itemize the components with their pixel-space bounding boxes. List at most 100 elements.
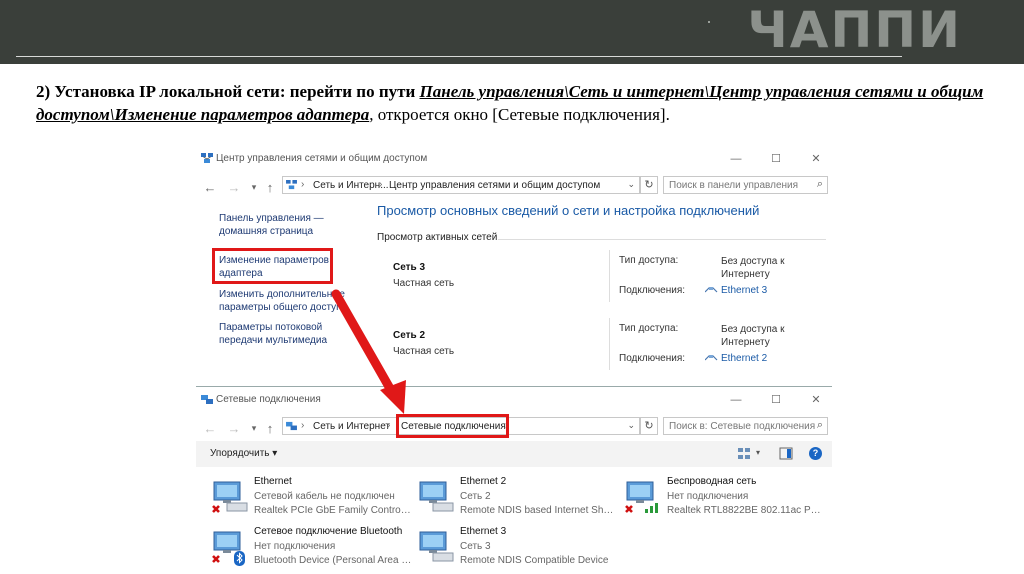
refresh-button[interactable]: ↻: [640, 176, 658, 194]
breadcrumb-item[interactable]: Сеть и Интерн...: [313, 180, 389, 191]
search-icon: ⌕: [816, 178, 823, 190]
highlight-box: [212, 248, 333, 284]
connection-link-ethernet-2[interactable]: Ethernet 2: [721, 353, 767, 364]
adapter-name: Сетевое подключение Bluetooth: [254, 526, 403, 537]
bluetooth-adapter-icon: [212, 531, 245, 566]
network-connections-window: Сетевые подключения — ☐ ✕ ← → ▾ ↑ › Сеть…: [196, 386, 832, 574]
close-button[interactable]: ✕: [808, 152, 824, 166]
view-options-icon[interactable]: [737, 447, 751, 460]
column-divider: [609, 250, 610, 302]
ethernet-cable-icon: [705, 287, 718, 293]
window1-titlebar[interactable]: Центр управления сетями и общим доступом…: [196, 146, 832, 172]
address-dropdown-icon[interactable]: ⌄: [627, 420, 635, 431]
up-arrow-icon[interactable]: ↑: [263, 180, 277, 195]
window1-title: Центр управления сетями и общим доступом: [216, 153, 428, 164]
adapter-item[interactable]: Сетевое подключение Bluetooth Нет подклю…: [210, 526, 415, 572]
instruction-prefix: 2) Установка IP локальной сети: перейти …: [36, 82, 420, 101]
adapter-status: Нет подключения: [667, 491, 749, 502]
connection-link-ethernet-3[interactable]: Ethernet 3: [721, 285, 767, 296]
network-adapter-icon: [419, 481, 454, 512]
access-label: Тип доступа:: [619, 255, 679, 266]
search-placeholder: Поиск в панели управления: [669, 180, 799, 191]
maximize-button[interactable]: ☐: [768, 152, 784, 166]
breadcrumb-separator: ›: [301, 420, 305, 431]
breadcrumb-separator: ›: [301, 179, 305, 190]
header-rule: [16, 56, 902, 57]
help-icon[interactable]: ?: [809, 447, 822, 460]
address-dropdown-icon[interactable]: ⌄: [627, 179, 635, 190]
wireless-adapter-icon: [625, 481, 658, 513]
adapter-name: Беспроводная сеть: [667, 476, 757, 487]
adapter-device: Realtek RTL8822BE 802.11ac PCIe Adapter: [667, 505, 825, 516]
page-title: Просмотр основных сведений о сети и наст…: [377, 203, 760, 218]
network-connections-icon: [201, 395, 213, 404]
left-link-streaming[interactable]: Параметры потоковой передачи мультимедиа: [219, 321, 339, 347]
adapter-item[interactable]: Беспроводная сеть Нет подключения Realte…: [623, 476, 828, 522]
adapter-name: Ethernet 3: [460, 526, 507, 537]
up-arrow-icon[interactable]: ↑: [263, 421, 277, 436]
access-label: Тип доступа:: [619, 323, 679, 334]
search-placeholder: Поиск в: Сетевые подключения: [669, 421, 816, 432]
back-arrow-icon[interactable]: ←: [203, 180, 217, 195]
brand-logo: ЧАППИ: [747, 1, 962, 59]
left-link-home[interactable]: Панель управления — домашняя страница: [219, 212, 359, 238]
adapter-name: Ethernet 2: [460, 476, 507, 487]
organize-button[interactable]: Упорядочить ▾: [210, 448, 277, 459]
forward-arrow-icon[interactable]: →: [227, 421, 241, 436]
minimize-button[interactable]: —: [728, 152, 744, 166]
address-bar[interactable]: › Сеть и Интерн... › Центр управления се…: [282, 176, 640, 194]
adapter-device: Bluetooth Device (Personal Area Network): [254, 555, 412, 566]
section-rule: [498, 239, 826, 240]
recent-dropdown-icon[interactable]: ▾: [247, 182, 261, 193]
red-arrow-annotation: [331, 289, 406, 414]
maximize-button[interactable]: ☐: [768, 393, 784, 407]
refresh-button[interactable]: ↻: [640, 417, 658, 435]
search-input[interactable]: Поиск в: Сетевые подключения ⌕: [663, 417, 828, 435]
breadcrumb-separator: ›: [379, 179, 383, 190]
instruction-suffix: , откроется окно [Сетевые подключения].: [369, 105, 670, 124]
organize-label: Упорядочить: [210, 448, 270, 459]
preview-pane-icon[interactable]: [779, 447, 793, 460]
header-dot: [708, 21, 710, 23]
adapter-device: Remote NDIS based Internet Sharing Devic…: [460, 505, 618, 516]
adapter-status: Сеть 3: [460, 541, 491, 552]
column-divider: [609, 318, 610, 370]
window2-title: Сетевые подключения: [216, 394, 321, 405]
instruction-text: 2) Установка IP локальной сети: перейти …: [36, 80, 986, 126]
network-adapter-icon: [419, 531, 454, 562]
window1-navbar: ← → ▾ ↑ › Сеть и Интерн... › Центр управ…: [196, 176, 832, 200]
adapter-device: Remote NDIS Compatible Device: [460, 555, 609, 566]
search-input[interactable]: Поиск в панели управления ⌕: [663, 176, 828, 194]
connections-label: Подключения:: [619, 285, 686, 296]
adapter-item[interactable]: Ethernet 2 Сеть 2 Remote NDIS based Inte…: [416, 476, 621, 522]
back-arrow-icon[interactable]: ←: [203, 421, 217, 436]
window2-titlebar[interactable]: Сетевые подключения — ☐ ✕: [196, 387, 832, 413]
command-bar: Упорядочить ▾ ▾ ?: [196, 441, 832, 467]
recent-dropdown-icon[interactable]: ▾: [247, 423, 261, 434]
adapter-status: Сеть 2: [460, 491, 491, 502]
network-name: Сеть 3: [393, 262, 426, 273]
address-network-icon: [286, 421, 297, 431]
network-center-window: Центр управления сетями и общим доступом…: [196, 146, 832, 370]
adapter-device: Realtek PCIe GbE Family Controller: [254, 505, 412, 516]
adapter-item[interactable]: Ethernet Сетевой кабель не подключен Rea…: [210, 476, 415, 522]
section-title: Просмотр активных сетей: [377, 232, 498, 243]
close-button[interactable]: ✕: [808, 393, 824, 407]
breadcrumb-item[interactable]: Центр управления сетями и общим доступом: [389, 180, 600, 191]
adapter-status: Нет подключения: [254, 541, 336, 552]
access-value: Без доступа к Интернету: [721, 256, 785, 280]
network-adapter-icon: [212, 481, 248, 513]
adapter-status: Сетевой кабель не подключен: [254, 491, 395, 502]
window2-navbar: ← → ▾ ↑ › Сеть и Интернет › Сетевые подк…: [196, 414, 832, 441]
access-value: Без доступа к Интернету: [721, 324, 785, 348]
search-icon: ⌕: [816, 419, 823, 431]
adapter-item[interactable]: Ethernet 3 Сеть 3 Remote NDIS Compatible…: [416, 526, 621, 572]
breadcrumb-item[interactable]: Сеть и Интернет: [313, 421, 390, 432]
minimize-button[interactable]: —: [728, 393, 744, 407]
view-dropdown-icon[interactable]: ▾: [756, 448, 760, 457]
network-center-icon: [201, 153, 213, 163]
breadcrumb-separator: ›: [387, 420, 391, 431]
forward-arrow-icon[interactable]: →: [227, 180, 241, 195]
address-network-icon: [286, 180, 297, 190]
connections-label: Подключения:: [619, 353, 686, 364]
